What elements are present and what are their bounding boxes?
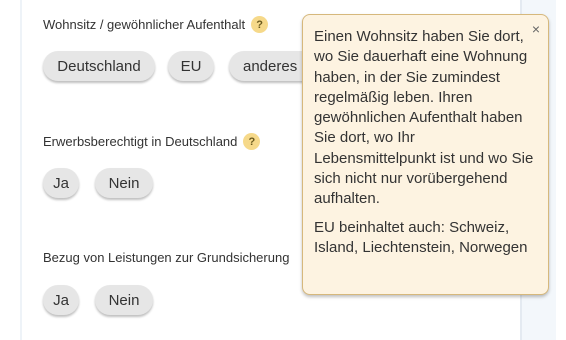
question-basic-income-text: Bezug von Leistungen zur Grundsicherung <box>43 250 290 265</box>
option-work-permit-no-button[interactable]: Nein <box>95 168 153 198</box>
option-basic-income-yes-button[interactable]: Ja <box>43 285 79 315</box>
option-deutschland-button[interactable]: Deutschland <box>43 51 155 81</box>
question-work-permit-text: Erwerbsberechtigt in Deutschland <box>43 134 238 149</box>
help-icon[interactable]: ? <box>251 16 269 33</box>
help-tooltip: × Einen Wohnsitz haben Sie dort, wo Sie … <box>302 14 549 295</box>
option-basic-income-no-button[interactable]: Nein <box>95 285 153 315</box>
close-icon[interactable]: × <box>532 21 540 37</box>
tooltip-paragraph-eu: EU beinhaltet auch: Schweiz, Island, Lie… <box>314 218 528 256</box>
tooltip-paragraph-residence: Einen Wohnsitz haben Sie dort, wo Sie da… <box>314 28 534 208</box>
help-icon[interactable]: ? <box>243 133 261 150</box>
content-left-border <box>20 0 22 340</box>
question-basic-income-label: Bezug von Leistungen zur Grundsicherung <box>43 250 289 265</box>
question-work-permit-label: Erwerbsberechtigt in Deutschland ? <box>43 133 261 150</box>
right-page-margin <box>556 0 566 340</box>
question-residence-label: Wohnsitz / gewöhnlicher Aufenthalt ? <box>43 16 269 33</box>
option-eu-button[interactable]: EU <box>168 51 214 81</box>
question-residence-text: Wohnsitz / gewöhnlicher Aufenthalt <box>43 17 246 32</box>
option-work-permit-yes-button[interactable]: Ja <box>43 168 79 198</box>
